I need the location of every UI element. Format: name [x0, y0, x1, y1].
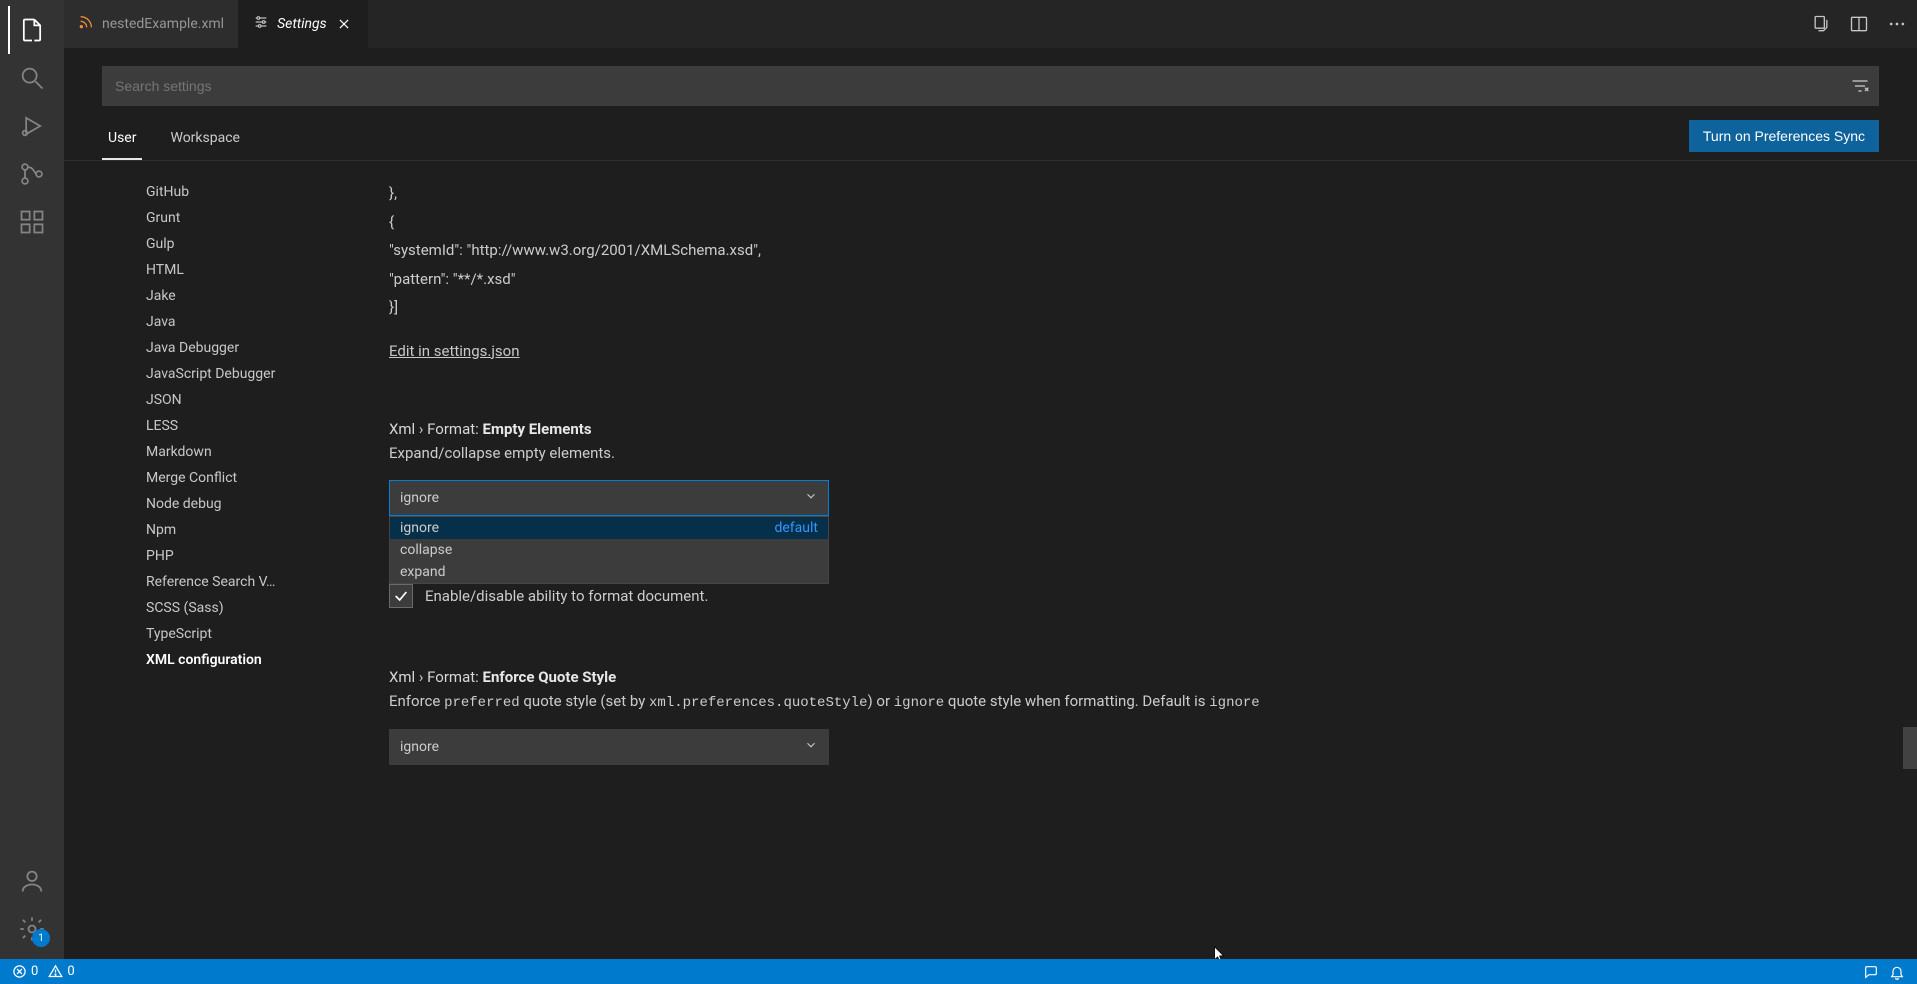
extensions-icon[interactable] [8, 198, 56, 246]
checkbox-label: Enable/disable ability to format documen… [425, 587, 708, 605]
toc-item[interactable]: JavaScript Debugger [142, 361, 329, 387]
toc-item[interactable]: Markdown [142, 439, 329, 465]
empty-elements-select[interactable]: ignore [389, 480, 829, 516]
checkbox[interactable] [389, 584, 413, 608]
preferences-sync-button[interactable]: Turn on Preferences Sync [1689, 120, 1879, 152]
scope-tab-workspace[interactable]: Workspace [164, 118, 246, 160]
default-tag: default [774, 520, 818, 536]
toc-item[interactable]: Java Debugger [142, 335, 329, 361]
scope-tab-user[interactable]: User [102, 118, 142, 160]
toc-item[interactable]: TypeScript [142, 621, 329, 647]
toc-item[interactable]: Java [142, 309, 329, 335]
settings-content: }, { "systemId": "http://www.w3.org/2001… [329, 179, 1917, 959]
run-debug-icon[interactable] [8, 102, 56, 150]
toc-item[interactable]: PHP [142, 543, 329, 569]
setting-json-sample: }, { "systemId": "http://www.w3.org/2001… [389, 179, 1879, 322]
toc-item-selected[interactable]: XML configuration [142, 647, 329, 673]
toc-item[interactable]: Jake [142, 283, 329, 309]
select-value: ignore [400, 490, 439, 506]
manage-badge: 1 [32, 929, 50, 947]
mouse-cursor [1213, 946, 1227, 960]
status-errors[interactable]: 0 [12, 964, 38, 979]
filter-icon[interactable] [1842, 76, 1878, 96]
chevron-down-icon [804, 489, 818, 507]
tab-label: nestedExample.xml [102, 16, 224, 32]
dropdown-option-ignore[interactable]: ignore default [390, 517, 828, 539]
toc-item[interactable]: HTML [142, 257, 329, 283]
toc-item[interactable]: Node debug [142, 491, 329, 517]
setting-enabled: Enable/disable ability to format documen… [389, 584, 1879, 608]
chevron-down-icon [804, 738, 818, 756]
split-editor-icon[interactable] [1847, 12, 1871, 36]
setting-name: Empty Elements [483, 420, 592, 438]
manage-gear-icon[interactable]: 1 [8, 905, 56, 953]
source-control-icon[interactable] [8, 150, 56, 198]
search-input[interactable] [103, 78, 1842, 94]
open-changes-icon[interactable] [1809, 12, 1833, 36]
activity-bar: 1 [0, 0, 64, 959]
scrollbar-thumb[interactable] [1903, 727, 1917, 769]
tab-nested-example[interactable]: nestedExample.xml [64, 0, 239, 48]
toc-item[interactable]: Reference Search V… [142, 569, 329, 595]
rss-icon [78, 14, 94, 34]
dropdown-option-collapse[interactable]: collapse [390, 539, 828, 561]
toc-item[interactable]: Npm [142, 517, 329, 543]
setting-description: Enforce preferred quote style (set by xm… [389, 692, 1879, 711]
status-warnings[interactable]: 0 [48, 964, 74, 979]
select-value: ignore [400, 739, 439, 755]
empty-elements-dropdown: ignore default collapse expand [389, 516, 829, 584]
setting-path: Xml › Format: [389, 420, 483, 438]
editor-tab-bar: nestedExample.xml Settings [64, 0, 1917, 48]
close-icon[interactable] [335, 15, 353, 33]
toc-item[interactable]: Gulp [142, 231, 329, 257]
edit-in-settings-json-link[interactable]: Edit in settings.json [389, 342, 520, 360]
tab-label: Settings [277, 16, 327, 32]
search-icon[interactable] [8, 54, 56, 102]
setting-enforce-quote-style: Xml › Format: Enforce Quote Style Enforc… [389, 668, 1879, 765]
toc-item[interactable]: GitHub [142, 179, 329, 205]
explorer-icon[interactable] [8, 6, 56, 54]
toc-item[interactable]: Merge Conflict [142, 465, 329, 491]
settings-tab-icon [253, 14, 269, 34]
status-bell-icon[interactable] [1889, 964, 1905, 980]
toc-item[interactable]: JSON [142, 387, 329, 413]
status-feedback-icon[interactable] [1863, 964, 1879, 980]
tab-settings[interactable]: Settings [239, 0, 368, 48]
settings-search-box [102, 66, 1879, 106]
toc-item[interactable]: LESS [142, 413, 329, 439]
setting-name: Enforce Quote Style [483, 668, 617, 686]
dropdown-option-expand[interactable]: expand [390, 561, 828, 583]
toc-item[interactable]: SCSS (Sass) [142, 595, 329, 621]
setting-path: Xml › Format: [389, 668, 483, 686]
toc-item[interactable]: Grunt [142, 205, 329, 231]
enforce-quote-style-select[interactable]: ignore [389, 729, 829, 765]
settings-toc: GitHub Grunt Gulp HTML Jake Java Java De… [64, 179, 329, 959]
editor-actions [1801, 0, 1917, 48]
setting-description: Expand/collapse empty elements. [389, 444, 1879, 462]
status-bar: 0 0 [0, 959, 1917, 984]
more-icon[interactable] [1885, 12, 1909, 36]
accounts-icon[interactable] [8, 857, 56, 905]
setting-empty-elements: Xml › Format: Empty Elements Expand/coll… [389, 420, 1879, 516]
